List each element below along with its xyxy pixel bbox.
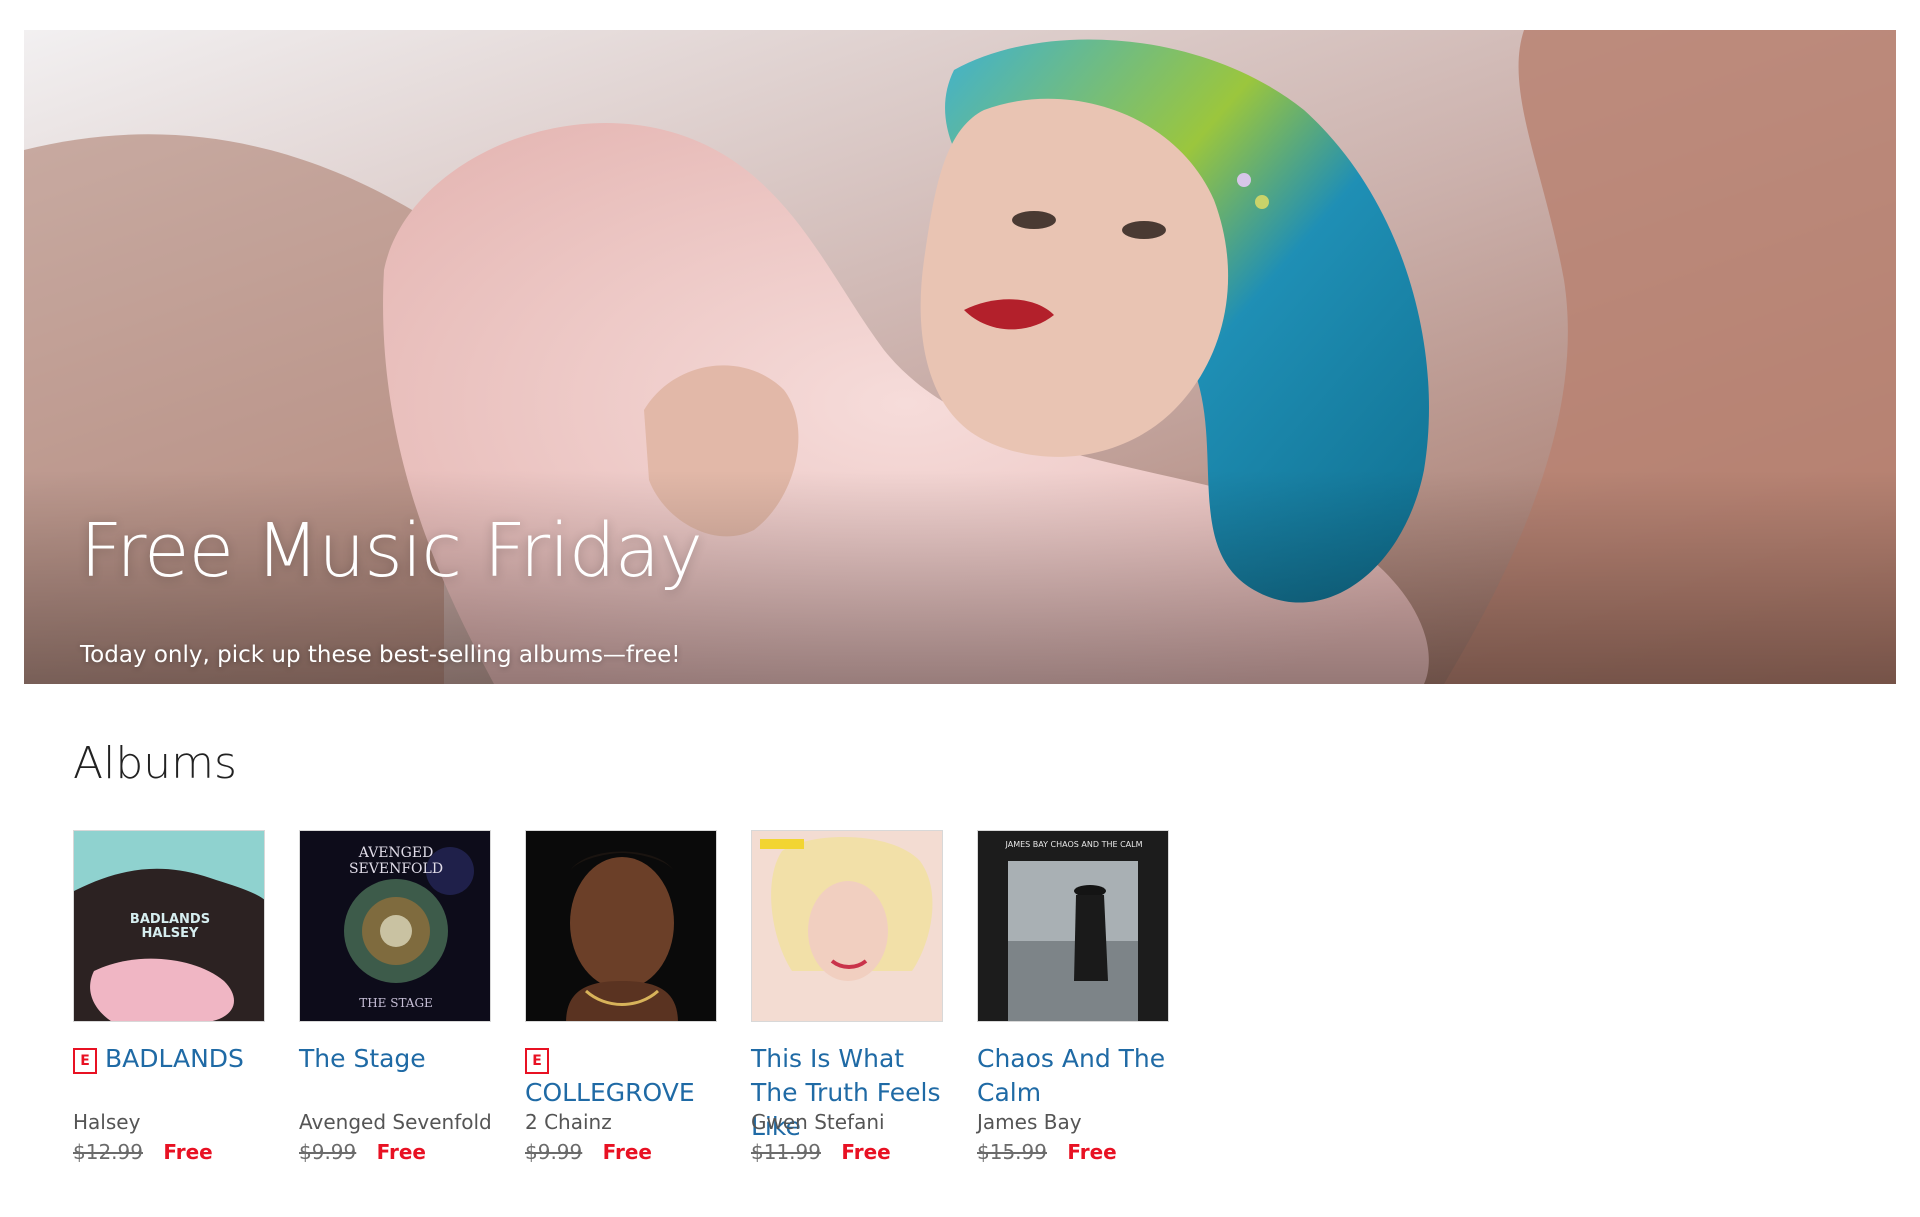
album-tile-chaos-and-the-calm[interactable]: JAMES BAY CHAOS AND THE CALM Chaos And T… (977, 830, 1173, 1164)
album-art (526, 831, 716, 1021)
album-artist: Avenged Sevenfold (299, 1110, 492, 1134)
album-title-link[interactable]: E BADLANDS (73, 1042, 269, 1110)
album-artist: James Bay (977, 1110, 1082, 1134)
album-artist: 2 Chainz (525, 1110, 612, 1134)
album-title: Chaos And The Calm (977, 1044, 1166, 1107)
price-row: $12.99 Free (73, 1140, 269, 1164)
hero-banner[interactable]: Free Music Friday Today only, pick up th… (24, 30, 1896, 684)
price-row: $11.99 Free (751, 1140, 947, 1164)
album-cover-chaos-and-the-calm[interactable]: JAMES BAY CHAOS AND THE CALM (977, 830, 1169, 1022)
album-cover-the-stage[interactable]: AVENGED SEVENFOLD THE STAGE (299, 830, 491, 1022)
sale-price: Free (841, 1140, 891, 1164)
price-row: $9.99 Free (525, 1140, 721, 1164)
price-row: $15.99 Free (977, 1140, 1173, 1164)
original-price: $9.99 (525, 1140, 583, 1164)
hero-title: Free Music Friday (80, 508, 703, 594)
original-price: $12.99 (73, 1140, 143, 1164)
album-cover-badlands[interactable]: BADLANDS HALSEY (73, 830, 265, 1022)
album-title: BADLANDS (105, 1044, 244, 1073)
album-art: JAMES BAY CHAOS AND THE CALM (978, 831, 1168, 1021)
albums-section-title: Albums (73, 738, 237, 789)
explicit-badge: E (525, 1048, 549, 1074)
cover-text: HALSEY (142, 926, 199, 941)
cover-text: THE STAGE (359, 996, 433, 1010)
album-title-link[interactable]: Chaos And The Calm (977, 1042, 1173, 1110)
album-tile-the-stage[interactable]: AVENGED SEVENFOLD THE STAGE The Stage Av… (299, 830, 495, 1164)
explicit-badge: E (73, 1048, 97, 1074)
album-cover-collegrove[interactable] (525, 830, 717, 1022)
album-art: AVENGED SEVENFOLD THE STAGE (300, 831, 490, 1021)
album-title-link[interactable]: E COLLEGROVE (525, 1042, 721, 1110)
album-title: COLLEGROVE (525, 1078, 695, 1107)
hero-subtitle: Today only, pick up these best-selling a… (80, 642, 681, 668)
album-artist: Halsey (73, 1110, 141, 1134)
cover-text: BADLANDS (130, 912, 210, 927)
cover-text: AVENGED (358, 845, 434, 861)
album-tile-collegrove[interactable]: E COLLEGROVE 2 Chainz $9.99 Free (525, 830, 721, 1164)
original-price: $15.99 (977, 1140, 1047, 1164)
original-price: $11.99 (751, 1140, 821, 1164)
sale-price: Free (1067, 1140, 1117, 1164)
album-art: BADLANDS HALSEY (74, 831, 264, 1021)
sale-price: Free (602, 1140, 652, 1164)
album-artist: Gwen Stefani (751, 1110, 885, 1134)
album-tile-this-is-what-the-truth-feels-like[interactable]: This Is What The Truth Feels Like Gwen S… (751, 830, 947, 1164)
album-tile-badlands[interactable]: BADLANDS HALSEY E BADLANDS Halsey $12.99 … (73, 830, 269, 1164)
album-title-link[interactable]: This Is What The Truth Feels Like (751, 1042, 947, 1141)
price-row: $9.99 Free (299, 1140, 495, 1164)
album-title-link[interactable]: The Stage (299, 1042, 495, 1110)
sale-price: Free (163, 1140, 213, 1164)
sale-price: Free (376, 1140, 426, 1164)
album-title: The Stage (299, 1044, 426, 1073)
cover-text: SEVENFOLD (349, 861, 443, 877)
album-cover-gwen-stefani[interactable] (751, 830, 943, 1022)
original-price: $9.99 (299, 1140, 357, 1164)
album-art (752, 831, 942, 1021)
cover-text: JAMES BAY CHAOS AND THE CALM (1005, 840, 1143, 849)
